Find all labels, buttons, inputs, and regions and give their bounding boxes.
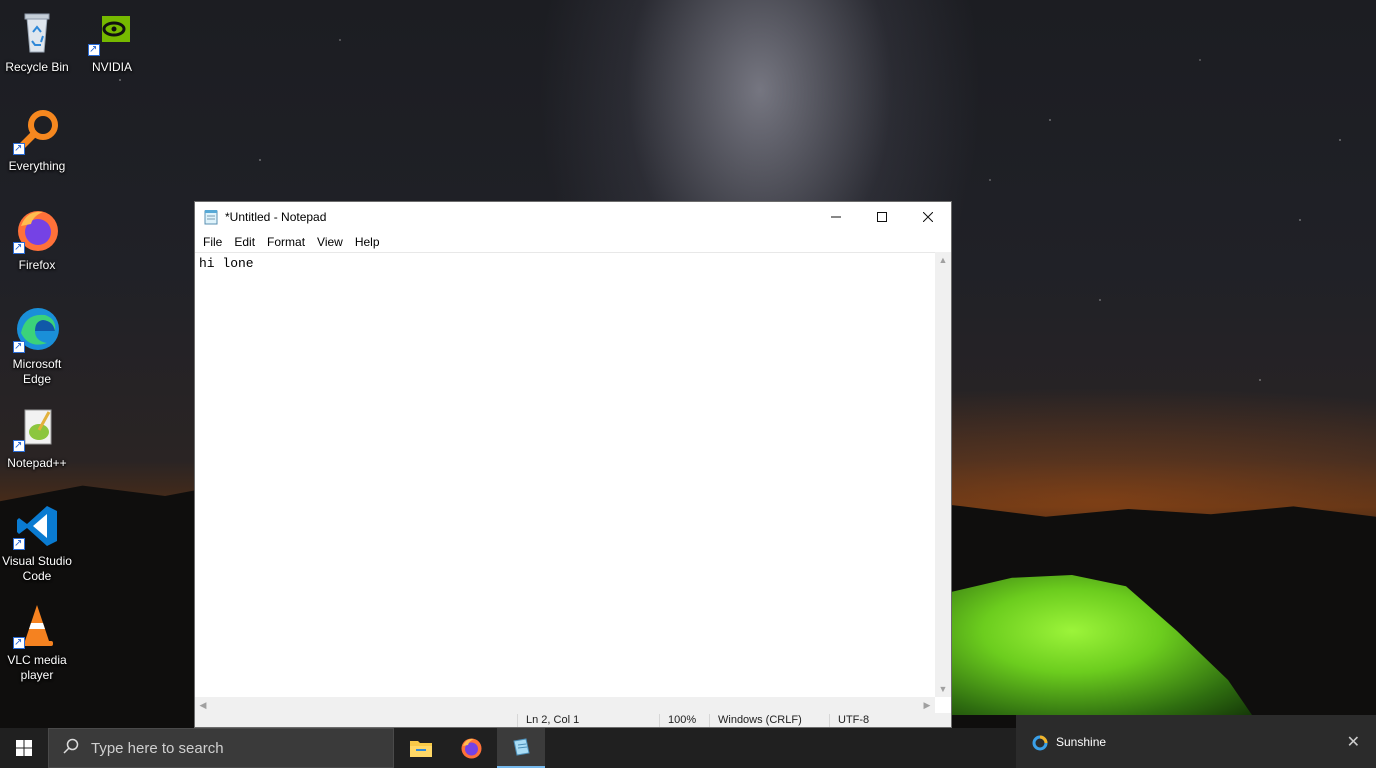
horizontal-scrollbar[interactable]: ◀ ▶ bbox=[195, 697, 935, 713]
desktop-icon-label: Visual Studio Code bbox=[2, 554, 72, 583]
desktop-icon-recycle-bin[interactable]: Recycle Bin bbox=[0, 8, 74, 75]
scroll-down-icon[interactable]: ▼ bbox=[935, 681, 951, 697]
desktop-icon-nvidia[interactable]: NVIDIA bbox=[75, 8, 149, 75]
shortcut-arrow-icon bbox=[13, 635, 25, 650]
notification-title: Sunshine bbox=[1056, 735, 1107, 749]
file-explorer-icon bbox=[410, 741, 432, 757]
sunshine-icon bbox=[1032, 735, 1048, 751]
minimize-icon bbox=[831, 216, 841, 218]
start-button[interactable] bbox=[0, 728, 48, 768]
notification-toast[interactable]: Sunshine ✕ bbox=[1016, 715, 1376, 768]
firefox-icon bbox=[461, 738, 482, 759]
menu-bar: File Edit Format View Help bbox=[195, 232, 951, 252]
maximize-button[interactable] bbox=[859, 202, 905, 232]
menu-edit[interactable]: Edit bbox=[228, 235, 261, 249]
status-zoom: 100% bbox=[659, 714, 696, 727]
desktop-icon-firefox[interactable]: Firefox bbox=[0, 206, 74, 273]
windows-logo-icon bbox=[16, 740, 32, 756]
scroll-left-icon[interactable]: ◀ bbox=[195, 697, 211, 713]
menu-format[interactable]: Format bbox=[261, 235, 311, 249]
desktop-icon-vlc[interactable]: VLC media player bbox=[0, 601, 74, 683]
shortcut-arrow-icon bbox=[13, 141, 25, 156]
editor-text[interactable]: hi lone bbox=[195, 253, 935, 274]
vertical-scrollbar[interactable]: ▲ ▼ bbox=[935, 252, 951, 697]
shortcut-arrow-icon bbox=[13, 339, 25, 354]
status-encoding: UTF-8 bbox=[829, 714, 869, 727]
vlc-icon bbox=[13, 601, 61, 650]
maximize-icon bbox=[877, 212, 887, 222]
notepad-icon bbox=[513, 738, 530, 756]
minimize-button[interactable] bbox=[813, 202, 859, 232]
notepad-icon bbox=[203, 209, 219, 225]
menu-view[interactable]: View bbox=[311, 235, 349, 249]
menu-file[interactable]: File bbox=[197, 235, 228, 249]
shortcut-arrow-icon bbox=[13, 240, 25, 255]
menu-help[interactable]: Help bbox=[349, 235, 386, 249]
taskbar-firefox[interactable] bbox=[447, 728, 495, 768]
window-title: *Untitled - Notepad bbox=[225, 210, 327, 224]
desktop-icon-label: Everything bbox=[8, 159, 66, 173]
edge-icon bbox=[13, 305, 61, 354]
desktop-icon-label: Firefox bbox=[18, 258, 56, 272]
text-editor-area[interactable]: hi lone bbox=[195, 252, 935, 697]
search-placeholder: Type here to search bbox=[91, 739, 224, 757]
taskbar-search-box[interactable]: Type here to search bbox=[48, 728, 394, 768]
title-bar[interactable]: *Untitled - Notepad bbox=[195, 202, 951, 232]
firefox-icon bbox=[13, 206, 61, 255]
desktop-icon-notepadpp[interactable]: Notepad++ bbox=[0, 404, 74, 471]
shortcut-arrow-icon bbox=[88, 42, 100, 57]
recycle-bin-icon bbox=[13, 8, 61, 56]
scroll-up-icon[interactable]: ▲ bbox=[935, 252, 951, 268]
notification-close-icon[interactable]: ✕ bbox=[1347, 732, 1360, 752]
status-bar: Ln 2, Col 1 100% Windows (CRLF) UTF-8 bbox=[195, 713, 951, 727]
notepadpp-icon bbox=[13, 404, 61, 453]
everything-search-icon bbox=[13, 107, 61, 156]
desktop-icon-vscode[interactable]: Visual Studio Code bbox=[0, 502, 74, 584]
close-button[interactable] bbox=[905, 202, 951, 232]
notepad-window[interactable]: *Untitled - Notepad File Edit Format Vie… bbox=[194, 201, 952, 728]
close-icon bbox=[923, 212, 933, 222]
status-line-endings: Windows (CRLF) bbox=[709, 714, 802, 727]
scroll-right-icon[interactable]: ▶ bbox=[919, 697, 935, 713]
desktop-icon-label: NVIDIA bbox=[91, 60, 132, 74]
desktop-icon-edge[interactable]: Microsoft Edge bbox=[0, 305, 74, 387]
status-position: Ln 2, Col 1 bbox=[517, 714, 579, 727]
desktop-icon-label: Microsoft Edge bbox=[12, 357, 62, 386]
desktop-icon-label: VLC media player bbox=[7, 653, 67, 682]
vscode-icon bbox=[13, 502, 61, 551]
search-icon bbox=[63, 738, 79, 758]
desktop-icon-label: Recycle Bin bbox=[5, 60, 69, 74]
shortcut-arrow-icon bbox=[13, 438, 25, 453]
taskbar-file-explorer[interactable] bbox=[397, 728, 445, 768]
nvidia-icon bbox=[88, 8, 136, 57]
desktop-icon-everything[interactable]: Everything bbox=[0, 107, 74, 174]
shortcut-arrow-icon bbox=[13, 536, 25, 551]
taskbar-notepad[interactable] bbox=[497, 728, 545, 768]
desktop-icon-label: Notepad++ bbox=[7, 456, 67, 470]
